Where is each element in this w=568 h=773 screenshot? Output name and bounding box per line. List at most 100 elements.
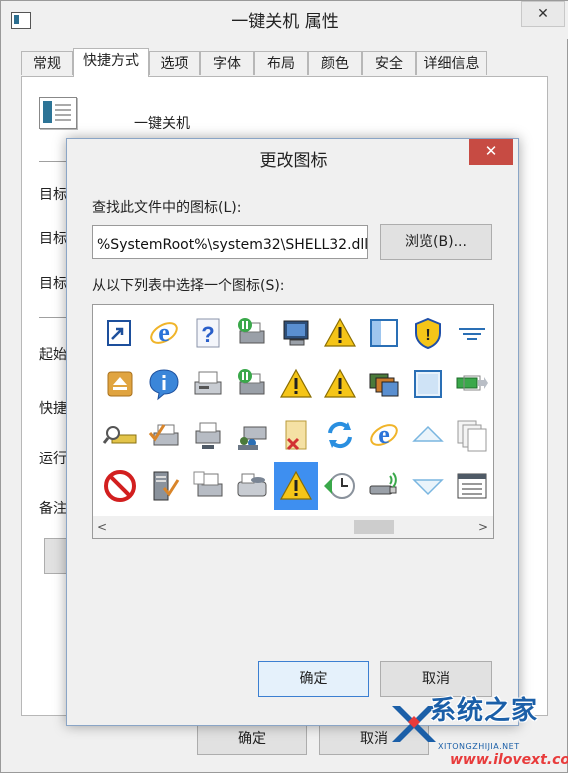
icon-option[interactable]	[274, 309, 318, 357]
window-titlebar[interactable]: 一键关机 属性 ✕	[1, 1, 568, 39]
select-icon-label: 从以下列表中选择一个图标(S):	[92, 278, 285, 294]
shortcut-app-icon	[39, 97, 77, 129]
icon-option[interactable]	[230, 411, 274, 459]
watermark-subtitle: XITONGZHIJIA.NET	[438, 742, 520, 751]
icon-option[interactable]: e	[362, 411, 406, 459]
security-shield-icon: !	[415, 317, 441, 350]
internet-explorer-icon: e	[150, 318, 178, 347]
icon-option[interactable]	[362, 309, 406, 357]
icon-option[interactable]	[362, 462, 406, 510]
tab-shortcut[interactable]: 快捷方式	[73, 48, 149, 77]
icon-option[interactable]	[98, 462, 142, 510]
file-delete-icon	[285, 420, 307, 451]
blank-frame-icon	[414, 370, 442, 398]
properties-ok-button[interactable]: 确定	[197, 723, 307, 755]
svg-text:e: e	[158, 318, 170, 347]
horizontal-scrollbar[interactable]: < >	[93, 516, 493, 538]
icon-option[interactable]	[186, 411, 230, 459]
no-entry-icon	[104, 470, 136, 502]
icon-option[interactable]	[186, 360, 230, 408]
icon-option[interactable]	[318, 360, 362, 408]
tab-general[interactable]: 常规	[21, 51, 73, 75]
dialog-close-button[interactable]: ✕	[469, 139, 513, 165]
find-icons-label: 查找此文件中的图标(L):	[92, 200, 242, 216]
change-icon-dialog: 更改图标 ✕ 查找此文件中的图标(L): 浏览(B)... 从以下列表中选择一个…	[66, 138, 519, 726]
icon-option[interactable]	[406, 360, 450, 408]
icon-option[interactable]	[406, 411, 450, 459]
icon-option[interactable]	[318, 309, 362, 357]
start-in-label: 起始	[39, 347, 67, 363]
icon-option[interactable]	[318, 411, 362, 459]
target-type-label: 目标	[39, 187, 67, 203]
icon-option[interactable]	[186, 462, 230, 510]
svg-text:e: e	[378, 420, 390, 449]
info-icon	[149, 369, 179, 401]
icon-option[interactable]	[406, 462, 450, 510]
icon-list[interactable]: e?! e < >	[92, 304, 494, 539]
icon-file-path-input[interactable]	[92, 225, 368, 259]
icon-option[interactable]	[362, 360, 406, 408]
icon-option[interactable]	[450, 462, 493, 510]
watermark-url: www.ilovext.com	[450, 752, 568, 768]
triangle-up-icon	[412, 425, 444, 442]
scanner-search-icon	[102, 426, 137, 444]
icon-option[interactable]	[230, 360, 274, 408]
icon-option[interactable]	[450, 309, 493, 357]
tab-options[interactable]: 选项	[149, 51, 200, 75]
internet-explorer-icon: e	[370, 420, 398, 449]
icon-option[interactable]: ?	[186, 309, 230, 357]
printer-network-icon	[195, 422, 221, 449]
svg-text:!: !	[425, 327, 430, 344]
fax-machine-icon	[237, 473, 267, 497]
icon-option[interactable]	[142, 411, 186, 459]
help-document-icon: ?	[196, 318, 220, 348]
icon-option[interactable]	[274, 411, 318, 459]
svg-text:?: ?	[201, 322, 214, 347]
browse-button[interactable]: 浏览(B)...	[380, 224, 492, 260]
icon-option[interactable]	[142, 462, 186, 510]
filter-lines-icon	[459, 328, 485, 340]
tab-details[interactable]: 详细信息	[416, 51, 487, 75]
sync-arrows-icon	[328, 421, 352, 449]
computer-monitor-icon	[283, 320, 309, 346]
shortcut-key-label: 快捷	[39, 401, 67, 417]
icon-option[interactable]	[230, 309, 274, 357]
server-check-icon	[153, 471, 180, 501]
icon-option[interactable]	[274, 462, 318, 510]
dialog-ok-button[interactable]: 确定	[258, 661, 369, 697]
icon-option[interactable]	[450, 360, 493, 408]
window-list-icon	[457, 473, 487, 499]
icon-option[interactable]: !	[406, 309, 450, 357]
icon-option[interactable]	[98, 360, 142, 408]
icon-option[interactable]	[98, 411, 142, 459]
tab-font[interactable]: 字体	[200, 51, 254, 75]
icon-option[interactable]	[318, 462, 362, 510]
icon-option[interactable]: e	[142, 309, 186, 357]
dialog-title: 更改图标	[259, 151, 328, 171]
tab-security[interactable]: 安全	[362, 51, 416, 75]
warning-icon	[323, 317, 357, 347]
watermark: 系统之家 XITONGZHIJIA.NET www.ilovext.com	[378, 690, 568, 773]
photo-slideshow-icon	[369, 373, 399, 397]
shortcut-app-name: 一键关机	[134, 116, 190, 132]
fax-printer-icon	[194, 371, 222, 395]
icon-option[interactable]	[230, 462, 274, 510]
warning-icon	[323, 368, 357, 398]
warning-icon	[279, 368, 313, 398]
icon-option[interactable]	[142, 360, 186, 408]
icon-option[interactable]	[274, 360, 318, 408]
scrollbar-thumb[interactable]	[354, 520, 394, 534]
tab-colors[interactable]: 颜色	[308, 51, 362, 75]
icon-option[interactable]	[450, 411, 493, 459]
comment-label: 备注	[39, 501, 67, 517]
divider	[39, 317, 69, 318]
scroll-right-arrow[interactable]: >	[478, 520, 488, 534]
pages-stack-icon	[457, 420, 487, 452]
scroll-left-arrow[interactable]: <	[97, 520, 107, 534]
icon-option[interactable]	[98, 309, 142, 357]
shortcut-window-icon	[107, 320, 131, 346]
target-label: 目标	[39, 276, 67, 292]
tab-layout[interactable]: 布局	[254, 51, 308, 75]
window-close-button[interactable]: ✕	[521, 1, 565, 27]
drive-eject-icon	[107, 371, 133, 397]
